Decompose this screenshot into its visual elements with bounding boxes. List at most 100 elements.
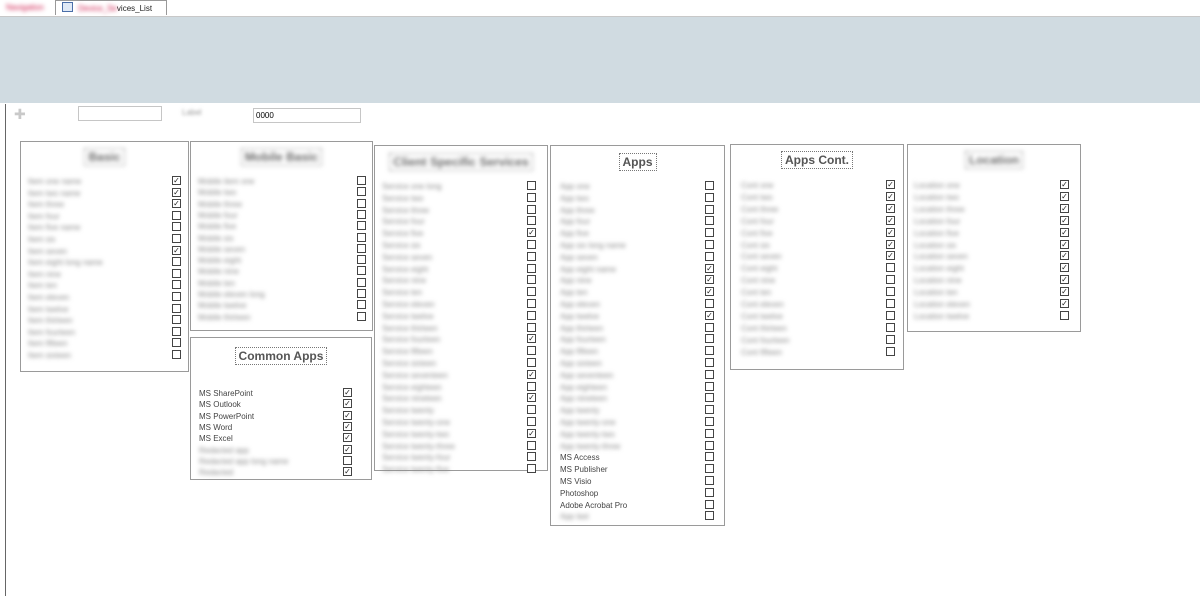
checkbox-checked[interactable]: ✓ [1060,215,1069,225]
checkbox-unchecked[interactable] [357,289,366,298]
checkbox-checked[interactable]: ✓ [527,393,536,403]
checkbox-checked[interactable]: ✓ [343,399,352,409]
checkbox-unchecked[interactable] [527,322,536,332]
checkbox-unchecked[interactable] [527,275,536,285]
record-combo-input[interactable] [78,106,162,121]
checkbox-unchecked[interactable] [886,299,895,308]
checkbox-unchecked[interactable] [527,464,536,474]
checkbox-unchecked[interactable] [705,346,714,356]
checkbox-unchecked[interactable] [357,277,366,287]
checkbox-unchecked[interactable] [705,464,714,474]
checkbox-unchecked[interactable] [705,216,714,226]
checkbox-checked[interactable]: ✓ [886,239,895,249]
checkbox-unchecked[interactable] [886,310,895,320]
checkbox-unchecked[interactable] [343,455,352,465]
checkbox-checked[interactable]: ✓ [705,275,714,285]
checkbox-unchecked[interactable] [705,511,714,521]
checkbox-unchecked[interactable] [705,393,714,403]
checkbox-unchecked[interactable] [705,251,714,261]
checkbox-checked[interactable]: ✓ [527,228,536,238]
checkbox-unchecked[interactable] [705,381,714,391]
checkbox-unchecked[interactable] [527,310,536,320]
checkbox-unchecked[interactable] [527,251,536,261]
checkbox-checked[interactable]: ✓ [705,310,714,320]
checkbox-checked[interactable]: ✓ [1060,180,1069,189]
checkbox-checked[interactable]: ✓ [886,180,895,189]
checkbox-unchecked[interactable] [886,346,895,356]
checkbox-checked[interactable]: ✓ [1060,191,1069,201]
checkbox-checked[interactable]: ✓ [343,444,352,454]
checkbox-unchecked[interactable] [705,299,714,308]
checkbox-unchecked[interactable] [357,311,366,321]
checkbox-unchecked[interactable] [705,358,714,367]
checkbox-checked[interactable]: ✓ [886,251,895,261]
checkbox-checked[interactable]: ✓ [172,245,181,255]
checkbox-unchecked[interactable] [527,181,536,190]
checkbox-unchecked[interactable] [527,192,536,202]
checkbox-unchecked[interactable] [527,240,536,249]
checkbox-checked[interactable]: ✓ [1060,287,1069,297]
checkbox-unchecked[interactable] [357,300,366,310]
checkbox-unchecked[interactable] [705,487,714,497]
checkbox-checked[interactable]: ✓ [527,428,536,438]
checkbox-unchecked[interactable] [705,499,714,509]
checkbox-checked[interactable]: ✓ [343,410,352,420]
checkbox-checked[interactable]: ✓ [172,199,181,209]
checkbox-unchecked[interactable] [357,176,366,185]
checkbox-checked[interactable]: ✓ [172,187,181,197]
checkbox-checked[interactable]: ✓ [343,421,352,431]
checkbox-unchecked[interactable] [705,452,714,462]
checkbox-unchecked[interactable] [886,287,895,297]
checkbox-unchecked[interactable] [357,198,366,208]
checkbox-unchecked[interactable] [705,405,714,415]
checkbox-checked[interactable]: ✓ [705,263,714,273]
checkbox-unchecked[interactable] [527,263,536,273]
checkbox-unchecked[interactable] [172,326,181,336]
checkbox-checked[interactable]: ✓ [1060,299,1069,308]
checkbox-unchecked[interactable] [172,350,181,359]
checkbox-unchecked[interactable] [705,228,714,238]
checkbox-checked[interactable]: ✓ [1060,203,1069,213]
checkbox-unchecked[interactable] [705,440,714,450]
checkbox-unchecked[interactable] [1060,310,1069,320]
checkbox-checked[interactable]: ✓ [886,227,895,237]
checkbox-unchecked[interactable] [172,315,181,325]
checkbox-unchecked[interactable] [357,255,366,265]
checkbox-checked[interactable]: ✓ [705,287,714,297]
checkbox-unchecked[interactable] [527,452,536,462]
checkbox-unchecked[interactable] [527,204,536,214]
checkbox-unchecked[interactable] [357,221,366,231]
tab-navigation[interactable]: Navigation [0,0,55,15]
checkbox-unchecked[interactable] [705,181,714,190]
checkbox-checked[interactable]: ✓ [1060,263,1069,273]
checkbox-unchecked[interactable] [705,192,714,202]
checkbox-checked[interactable]: ✓ [343,388,352,397]
checkbox-checked[interactable]: ✓ [886,191,895,201]
checkbox-unchecked[interactable] [527,381,536,391]
checkbox-unchecked[interactable] [705,428,714,438]
checkbox-unchecked[interactable] [705,204,714,214]
add-icon[interactable]: ✚ [14,106,26,123]
checkbox-unchecked[interactable] [886,263,895,273]
checkbox-unchecked[interactable] [886,334,895,344]
checkbox-checked[interactable]: ✓ [1060,275,1069,285]
checkbox-unchecked[interactable] [357,187,366,197]
checkbox-unchecked[interactable] [172,257,181,267]
checkbox-unchecked[interactable] [357,209,366,219]
checkbox-unchecked[interactable] [527,216,536,226]
checkbox-unchecked[interactable] [357,243,366,253]
checkbox-checked[interactable]: ✓ [343,467,352,477]
checkbox-unchecked[interactable] [527,346,536,356]
tab-services-list[interactable]: Device_Sevices_List [55,0,167,15]
checkbox-unchecked[interactable] [172,303,181,313]
checkbox-unchecked[interactable] [705,334,714,344]
checkbox-unchecked[interactable] [172,222,181,232]
checkbox-unchecked[interactable] [705,240,714,249]
checkbox-checked[interactable]: ✓ [1060,227,1069,237]
checkbox-unchecked[interactable] [172,292,181,301]
checkbox-unchecked[interactable] [172,210,181,220]
checkbox-checked[interactable]: ✓ [886,203,895,213]
checkbox-unchecked[interactable] [172,280,181,290]
checkbox-unchecked[interactable] [172,338,181,348]
checkbox-unchecked[interactable] [172,268,181,278]
